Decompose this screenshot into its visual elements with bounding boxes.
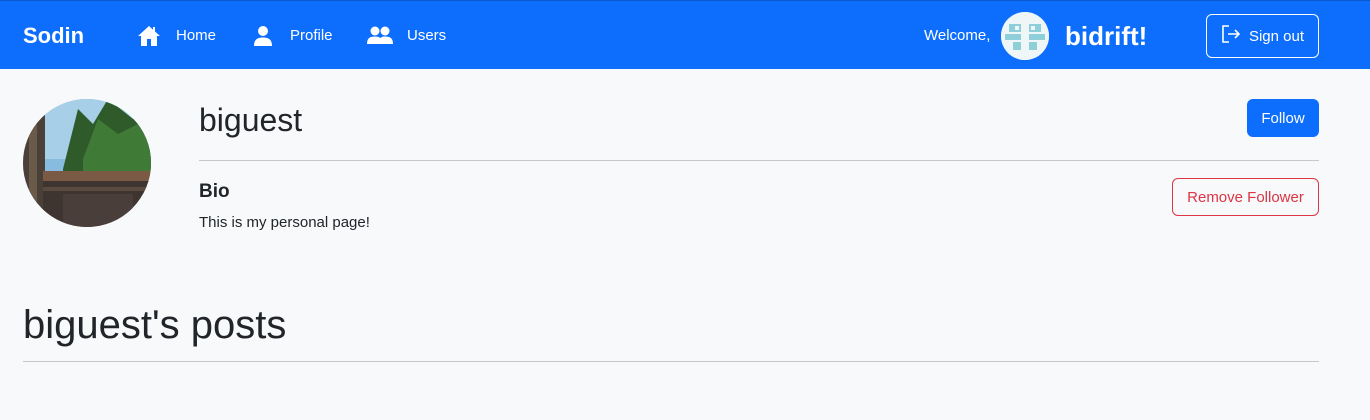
profile-photo bbox=[23, 99, 151, 227]
brand-link[interactable]: Sodin bbox=[23, 23, 84, 49]
person-icon bbox=[250, 24, 276, 48]
navbar: Sodin Home Profile Users Welcome, bidrif… bbox=[0, 0, 1370, 69]
nav-link-home-label: Home bbox=[176, 27, 217, 44]
sign-out-icon bbox=[1221, 25, 1241, 47]
nav-link-home[interactable]: Home bbox=[136, 23, 216, 49]
nav-link-profile-label: Profile bbox=[290, 27, 333, 44]
profile-name: biguest bbox=[199, 102, 303, 138]
sign-out-label: Sign out bbox=[1248, 27, 1305, 45]
follow-button[interactable]: Follow bbox=[1247, 99, 1319, 137]
house-icon bbox=[136, 24, 162, 48]
avatar[interactable] bbox=[1001, 12, 1049, 60]
nav-link-users[interactable]: Users bbox=[367, 23, 446, 49]
welcome-text: Welcome, bbox=[924, 27, 991, 44]
remove-follower-button[interactable]: Remove Follower bbox=[1172, 178, 1319, 216]
posts-heading: biguest's posts bbox=[23, 303, 287, 347]
divider bbox=[199, 160, 1319, 161]
people-icon bbox=[367, 24, 393, 48]
sign-out-button[interactable]: Sign out bbox=[1206, 14, 1319, 58]
bio-text: This is my personal page! bbox=[199, 214, 370, 231]
nav-link-profile[interactable]: Profile bbox=[250, 23, 333, 49]
divider bbox=[23, 361, 1319, 362]
bio-heading: Bio bbox=[199, 181, 230, 202]
nav-username: bidrift! bbox=[1065, 21, 1148, 51]
nav-link-users-label: Users bbox=[407, 27, 447, 44]
